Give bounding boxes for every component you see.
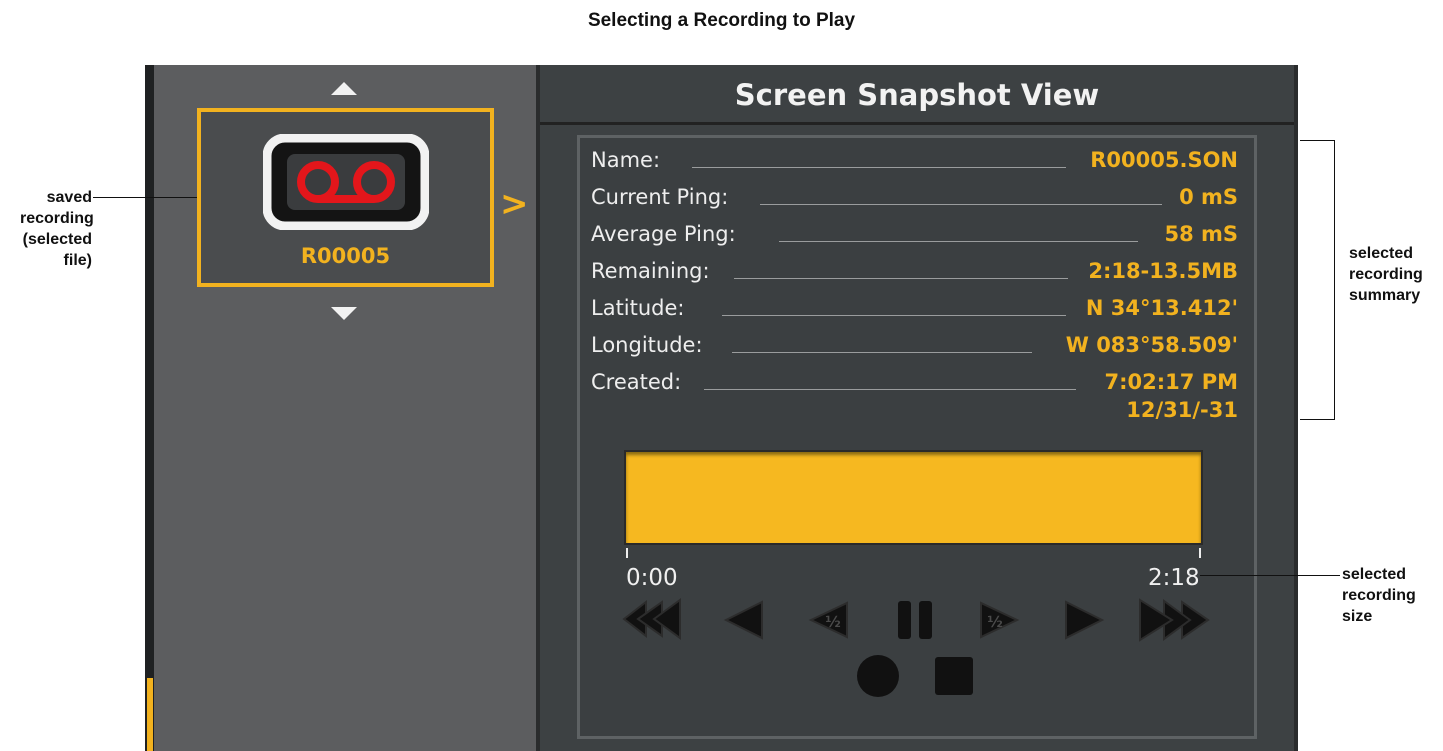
created-date-value: 12/31/-31 — [1126, 398, 1238, 422]
rewind-button[interactable] — [722, 600, 766, 640]
name-value: R00005.SON — [1090, 148, 1238, 172]
end-time: 2:18 — [1148, 565, 1200, 591]
left-scroll-strip — [145, 65, 154, 751]
leader-line — [692, 167, 1066, 168]
created-time-value: 7:02:17 PM — [1104, 370, 1238, 394]
longitude-label: Longitude: — [591, 333, 703, 357]
svg-text:½: ½ — [825, 613, 841, 631]
stop-button[interactable] — [932, 654, 976, 698]
selected-file-name: R00005 — [300, 244, 391, 268]
saved-recording-leader-line — [93, 197, 197, 198]
scroll-up-icon[interactable] — [331, 82, 357, 95]
current-ping-label: Current Ping: — [591, 185, 729, 209]
fast-forward-button[interactable] — [1136, 598, 1212, 642]
start-time: 0:00 — [626, 565, 678, 591]
leader-line — [734, 278, 1068, 279]
screen-right-edge — [1294, 65, 1298, 751]
scroll-position-indicator[interactable] — [147, 678, 153, 751]
page-title: Screen Snapshot View — [734, 78, 1100, 112]
recording-size-callout: selected recording size — [1342, 566, 1416, 625]
summary-bracket — [1300, 140, 1335, 420]
figure-title: Selecting a Recording to Play — [587, 10, 856, 31]
play-button[interactable] — [1062, 600, 1106, 640]
recording-summary-callout: selected recording summary — [1349, 245, 1423, 304]
longitude-value: W 083°58.509' — [1065, 333, 1238, 357]
half-speed-forward-button[interactable]: ½ — [977, 600, 1021, 640]
created-label: Created: — [591, 370, 682, 394]
end-tick — [1199, 548, 1201, 558]
leader-line — [732, 352, 1032, 353]
leader-line — [704, 389, 1076, 390]
svg-text:½: ½ — [987, 613, 1003, 631]
pause-button[interactable] — [894, 598, 938, 642]
leader-line — [722, 315, 1066, 316]
fast-rewind-button[interactable] — [620, 598, 686, 640]
current-ping-value: 0 mS — [1179, 185, 1238, 209]
scroll-down-icon[interactable] — [331, 307, 357, 320]
latitude-label: Latitude: — [591, 296, 685, 320]
half-speed-rewind-button[interactable]: ½ — [807, 600, 851, 640]
voicemail-recording-icon — [263, 134, 429, 230]
saved-recording-callout: saved recording (selected file) — [20, 189, 94, 269]
average-ping-value: 58 mS — [1164, 222, 1238, 246]
header-divider — [540, 122, 1294, 125]
name-label: Name: — [591, 148, 661, 172]
remaining-value: 2:18-13.5MB — [1088, 259, 1238, 283]
average-ping-label: Average Ping: — [591, 222, 736, 246]
chevron-right-icon: > — [500, 184, 529, 224]
latitude-value: N 34°13.412' — [1085, 296, 1238, 320]
remaining-label: Remaining: — [591, 259, 710, 283]
playback-progress-bar[interactable] — [624, 450, 1203, 545]
recording-size-leader-line — [1200, 575, 1340, 576]
record-button[interactable] — [854, 652, 902, 700]
start-tick — [626, 548, 628, 558]
